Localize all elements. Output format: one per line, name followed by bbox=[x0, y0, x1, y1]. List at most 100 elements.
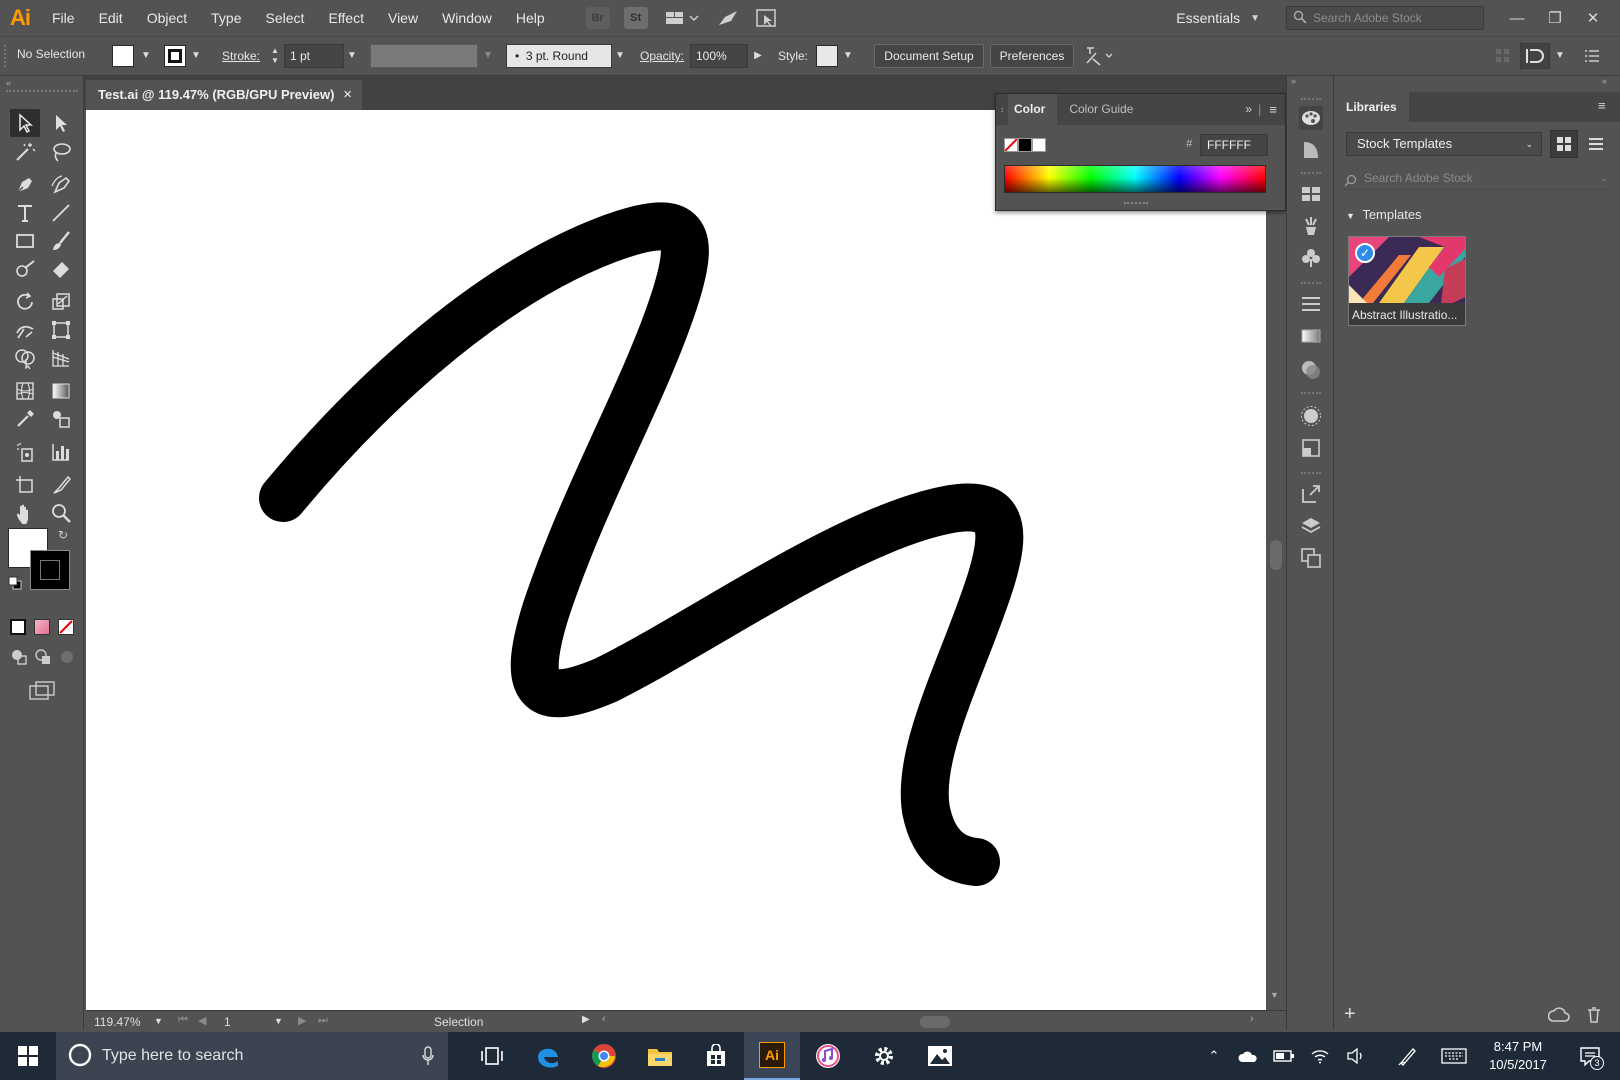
stroke-label[interactable]: Stroke: bbox=[222, 49, 260, 63]
none-mode-button[interactable] bbox=[58, 619, 74, 635]
eraser-tool-icon[interactable] bbox=[46, 255, 76, 283]
pen-tool-icon[interactable] bbox=[10, 171, 40, 199]
menu-file[interactable]: File bbox=[40, 0, 87, 36]
panel-resize-grip[interactable] bbox=[1124, 202, 1148, 206]
libraries-search-field[interactable]: Search Adobe Stock ⌄ bbox=[1342, 166, 1612, 190]
last-artboard-icon[interactable]: ⏭ bbox=[318, 1014, 328, 1027]
symbols-icon[interactable] bbox=[1299, 246, 1323, 270]
profile-dropdown-arrow[interactable]: ▼ bbox=[480, 45, 496, 67]
preferences-button[interactable]: Preferences bbox=[990, 44, 1074, 68]
collapse-panel-icon[interactable]: » bbox=[1239, 94, 1258, 125]
zoom-tool-icon[interactable] bbox=[46, 499, 76, 527]
menu-effect[interactable]: Effect bbox=[316, 0, 376, 36]
artboard-dropdown-arrow[interactable]: ▼ bbox=[274, 1016, 283, 1026]
isolate-dropdown-arrow[interactable]: ▼ bbox=[1552, 45, 1568, 67]
microphone-icon[interactable] bbox=[422, 1046, 434, 1069]
battery-icon[interactable] bbox=[1268, 1032, 1300, 1080]
perspective-grid-tool-icon[interactable] bbox=[46, 344, 76, 372]
gradient-tool-icon[interactable] bbox=[46, 377, 76, 405]
chrome-icon[interactable] bbox=[576, 1032, 632, 1080]
brush-dropdown-arrow[interactable]: ▼ bbox=[612, 45, 628, 67]
workspace-switcher[interactable]: Essentials ▼ bbox=[1176, 10, 1260, 26]
mesh-tool-icon[interactable] bbox=[10, 377, 40, 405]
search-in-stock-icon[interactable] bbox=[754, 7, 778, 29]
restore-button[interactable]: ❐ bbox=[1536, 9, 1574, 27]
edge-icon[interactable] bbox=[520, 1032, 576, 1080]
stroke-weight-field[interactable]: 1 pt bbox=[284, 44, 344, 68]
blend-tool-icon[interactable] bbox=[46, 405, 76, 433]
swatches-icon[interactable] bbox=[1299, 182, 1323, 206]
stock-search-field[interactable]: Search Adobe Stock bbox=[1286, 6, 1484, 30]
itunes-icon[interactable] bbox=[800, 1032, 856, 1080]
stroke-color-indicator[interactable] bbox=[30, 550, 70, 590]
status-menu-arrow[interactable]: ▶ bbox=[582, 1014, 590, 1025]
photos-icon[interactable] bbox=[912, 1032, 968, 1080]
action-center-icon[interactable]: 3 bbox=[1570, 1032, 1610, 1080]
none-swatch[interactable] bbox=[1004, 138, 1018, 152]
opacity-label[interactable]: Opacity: bbox=[640, 49, 684, 63]
color-palette-icon[interactable] bbox=[1299, 106, 1323, 130]
menu-object[interactable]: Object bbox=[135, 0, 199, 36]
windows-ink-icon[interactable] bbox=[1392, 1032, 1424, 1080]
menu-view[interactable]: View bbox=[376, 0, 430, 36]
task-view-icon[interactable] bbox=[464, 1032, 520, 1080]
onedrive-icon[interactable] bbox=[1232, 1032, 1264, 1080]
stroke-panel-icon[interactable] bbox=[1299, 292, 1323, 316]
tab-color[interactable]: Color bbox=[1008, 94, 1058, 125]
library-selector[interactable]: Stock Templates ⌄ bbox=[1346, 132, 1542, 156]
variable-width-profile[interactable] bbox=[370, 44, 478, 68]
menu-help[interactable]: Help bbox=[504, 0, 557, 36]
show-hidden-icons-icon[interactable]: ⌃ bbox=[1200, 1032, 1228, 1080]
hand-tool-icon[interactable] bbox=[10, 499, 40, 527]
draw-inside-icon[interactable] bbox=[58, 648, 76, 666]
horizontal-scroll-thumb[interactable] bbox=[920, 1016, 950, 1028]
template-item[interactable]: ✓ Abstract Illustratio... bbox=[1348, 236, 1466, 326]
gradient-mode-button[interactable] bbox=[34, 619, 50, 635]
transparency-icon[interactable] bbox=[1299, 358, 1323, 382]
templates-section-header[interactable]: ▼ Templates bbox=[1346, 207, 1422, 222]
graphic-styles-icon[interactable] bbox=[1299, 436, 1323, 460]
first-artboard-icon[interactable]: ⏮ bbox=[178, 1014, 188, 1027]
export-assets-icon[interactable] bbox=[1299, 482, 1323, 506]
rotate-tool-icon[interactable] bbox=[10, 288, 40, 316]
puppet-warp-icon[interactable] bbox=[1084, 45, 1114, 69]
rectangle-tool-icon[interactable] bbox=[10, 227, 40, 255]
curvature-tool-icon[interactable] bbox=[46, 171, 76, 199]
gpu-performance-icon[interactable] bbox=[716, 7, 740, 29]
settings-icon[interactable] bbox=[856, 1032, 912, 1080]
color-mode-button[interactable] bbox=[10, 619, 26, 635]
previous-artboard-icon[interactable]: ◀ bbox=[198, 1014, 206, 1027]
bridge-icon[interactable]: Br bbox=[585, 7, 610, 29]
list-view-button[interactable] bbox=[1582, 130, 1610, 158]
zoom-dropdown-arrow[interactable]: ▼ bbox=[154, 1016, 163, 1026]
stroke-color-dropdown-arrow[interactable]: ▼ bbox=[188, 45, 204, 67]
scroll-right-arrow[interactable]: › bbox=[1250, 1013, 1254, 1025]
paintbrush-tool-icon[interactable] bbox=[46, 227, 76, 255]
brush-definition-field[interactable]: • 3 pt. Round bbox=[506, 44, 612, 68]
tab-color-guide[interactable]: Color Guide bbox=[1057, 94, 1145, 125]
symbol-sprayer-tool-icon[interactable] bbox=[10, 438, 40, 466]
menu-select[interactable]: Select bbox=[254, 0, 317, 36]
minimize-button[interactable]: — bbox=[1498, 10, 1536, 27]
shaper-tool-icon[interactable] bbox=[10, 255, 40, 283]
artboard-canvas[interactable] bbox=[86, 110, 1266, 1010]
stroke-weight-dropdown-arrow[interactable]: ▼ bbox=[344, 45, 360, 67]
fill-swatch[interactable] bbox=[112, 45, 134, 67]
draw-behind-icon[interactable] bbox=[34, 648, 52, 666]
direct-selection-tool-icon[interactable] bbox=[46, 109, 76, 137]
shape-builder-tool-icon[interactable] bbox=[10, 344, 40, 372]
tools-panel-collapse-icon[interactable]: « bbox=[6, 78, 11, 88]
close-tab-icon[interactable]: × bbox=[343, 80, 352, 110]
type-tool-icon[interactable] bbox=[10, 199, 40, 227]
menu-window[interactable]: Window bbox=[430, 0, 504, 36]
artboards-icon[interactable] bbox=[1299, 546, 1323, 570]
menu-edit[interactable]: Edit bbox=[87, 0, 135, 36]
width-tool-icon[interactable] bbox=[10, 316, 40, 344]
grid-view-button[interactable] bbox=[1550, 130, 1578, 158]
graphic-style-swatch[interactable] bbox=[816, 45, 838, 67]
brush-stroke-path[interactable] bbox=[259, 202, 1024, 886]
scroll-left-arrow[interactable]: ‹ bbox=[602, 1013, 606, 1025]
taskbar-search-box[interactable]: Type here to search bbox=[56, 1032, 448, 1080]
add-content-button[interactable]: + bbox=[1344, 1004, 1356, 1024]
selection-tool-icon[interactable] bbox=[10, 109, 40, 137]
